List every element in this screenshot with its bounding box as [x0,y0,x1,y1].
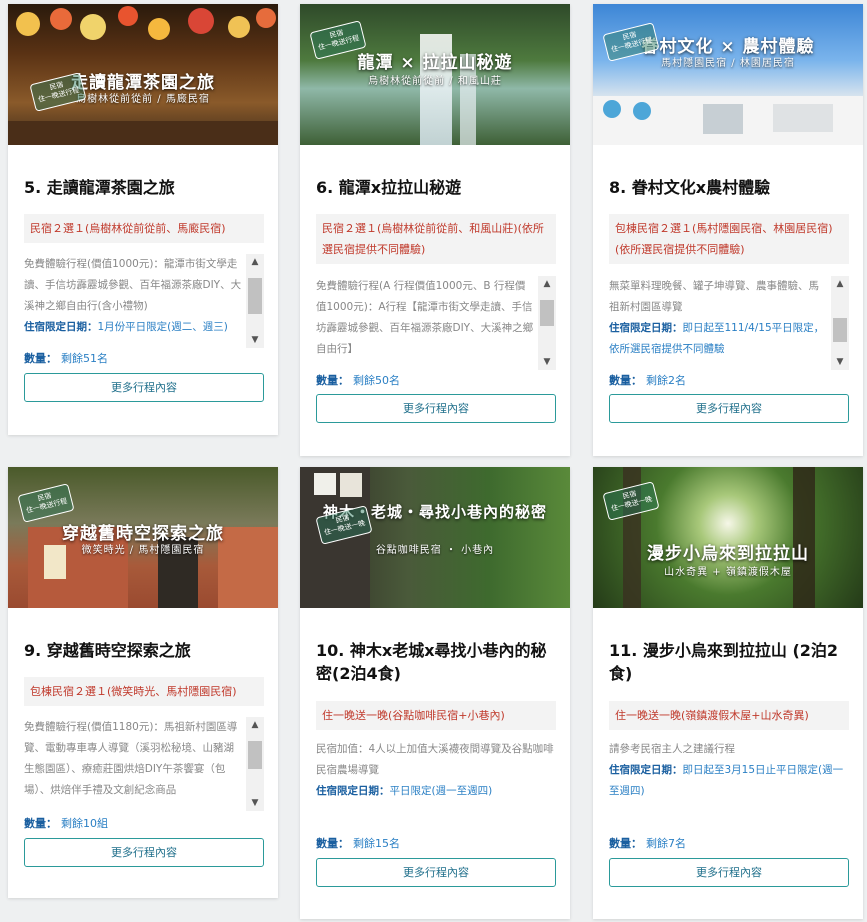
tour-card: 穿越舊時空探索之旅 微笑時光 / 馬村隱園民宿 民宿 住一晚送行程 9. 穿越舊時… [8,467,278,898]
stay-date-limit: 住宿限定日期：即日起至3月15日止平日限定(週一至週四) [609,764,844,797]
tour-title[interactable]: 5. 走讀龍潭茶園之旅 [24,176,264,199]
tour-details-scroll[interactable]: 請參考民宿主人之建議行程 住宿限定日期：即日起至3月15日止平日限定(週一至週四… [609,739,849,833]
image-subtitle: 谷點咖啡民宿 ・ 小巷內 [375,545,495,556]
tour-image[interactable]: 神木・老城・尋找小巷內的秘密 谷點咖啡民宿 ・ 小巷內 民宿 住一晚送一晚 [300,467,570,608]
more-details-button[interactable]: 更多行程內容 [316,858,556,887]
scrollbar[interactable]: ▲ ▼ [246,717,264,811]
lodging-option: 住一晚送一晚(嶺鎮渡假木屋+山水奇異) [609,701,849,730]
tour-title[interactable]: 9. 穿越舊時空探索之旅 [24,639,264,662]
quantity: 數量： 剩餘7名 [609,837,686,850]
tour-title[interactable]: 11. 漫步小烏來到拉拉山 (2泊2食) [609,639,849,685]
lodging-option: 民宿２選１(烏樹林從前從前、馬廄民宿) [24,214,264,243]
lodging-option: 包棟民宿２選１(馬村隱園民宿、林園居民宿) (依所選民宿提供不同體驗) [609,214,849,264]
tour-details-scroll[interactable]: 免費體驗行程(A 行程價值1000元、B 行程價值1000元)：A行程【龍潭市街… [316,276,556,370]
tour-description: 免費體驗行程(A 行程價值1000元、B 行程價值1000元)：A行程【龍潭市街… [316,280,534,355]
quantity: 數量： 剩餘15名 [316,837,400,850]
tour-image[interactable]: 穿越舊時空探索之旅 微笑時光 / 馬村隱園民宿 民宿 住一晚送行程 [8,467,278,608]
tour-image[interactable]: 龍潭 × 拉拉山秘遊 烏樹林從前從前 / 和風山莊 民宿 住一晚送行程 [300,4,570,145]
more-details-button[interactable]: 更多行程內容 [316,394,556,423]
scrollbar[interactable]: ▲ ▼ [246,254,264,348]
tour-image[interactable]: 眷村文化 × 農村體驗 馬村隱園民宿 / 林園居民宿 民宿 住一晚送行程 [593,4,863,145]
scrollbar[interactable]: ▲ ▼ [831,276,849,370]
tour-description: 無菜單料理晚餐、罐子坤導覽、農事體驗、馬祖新村園區導覽 [609,280,819,313]
tour-card: 走讀龍潭茶園之旅 烏樹林從前從前 / 馬廄民宿 民宿 住一晚送行程 5. 走讀龍潭… [8,4,278,435]
tour-description: 請參考民宿主人之建議行程 [609,743,735,755]
tour-title[interactable]: 8. 眷村文化x農村體驗 [609,176,849,199]
tour-image[interactable]: 漫步小烏來到拉拉山 山水奇異 + 嶺鎮渡假木屋 民宿 住一晚送一晚 [593,467,863,608]
tour-details-scroll[interactable]: 無菜單料理晚餐、罐子坤導覽、農事體驗、馬祖新村園區導覽 住宿限定日期：即日起至1… [609,276,849,370]
stay-date-limit: 住宿限定日期：即日起至111/4/15平日限定，依所選民宿提供不同體驗 [609,322,825,355]
scroll-down-icon[interactable]: ▼ [246,332,264,348]
quantity: 數量： 剩餘51名 [24,352,108,365]
lodging-option: 包棟民宿２選１(微笑時光、馬村隱園民宿) [24,677,264,706]
tour-title[interactable]: 6. 龍潭x拉拉山秘遊 [316,176,556,199]
tour-description: 免費體驗行程(價值1180元)：馬祖新村園區導覽、電動專車專人導覽（溪羽松秘境、… [24,721,238,796]
more-details-button[interactable]: 更多行程內容 [24,838,264,867]
scroll-down-icon[interactable]: ▼ [831,354,849,370]
more-details-button[interactable]: 更多行程內容 [609,858,849,887]
tour-details-scroll[interactable]: 免費體驗行程(價值1000元)：龍潭市街文學走讀、手信坊霹靂城參觀、百年福源茶廠… [24,254,264,348]
image-subtitle: 山水奇異 + 嶺鎮渡假木屋 [664,567,792,578]
promo-stamp-icon: 民宿 住一晚送一晚 [602,481,660,521]
stay-date-limit: 住宿限定日期：平日限定(週一至週四) [316,785,493,797]
quantity: 數量： 剩餘50名 [316,374,400,387]
image-subtitle: 馬村隱園民宿 / 林園居民宿 [661,58,795,69]
image-title: 漫步小烏來到拉拉山 [647,544,809,564]
scroll-up-icon[interactable]: ▲ [538,276,556,292]
scroll-up-icon[interactable]: ▲ [246,254,264,270]
quantity: 數量： 剩餘10組 [24,817,108,830]
tour-title[interactable]: 10. 神木x老城x尋找小巷內的秘密(2泊4食) [316,639,556,685]
scroll-up-icon[interactable]: ▲ [831,276,849,292]
tour-image[interactable]: 走讀龍潭茶園之旅 烏樹林從前從前 / 馬廄民宿 民宿 住一晚送行程 [8,4,278,145]
scroll-down-icon[interactable]: ▼ [246,795,264,811]
tour-description: 免費體驗行程(價值1000元)：龍潭市街文學走讀、手信坊霹靂城參觀、百年福源茶廠… [24,258,242,312]
quantity: 數量： 剩餘2名 [609,374,686,387]
more-details-button[interactable]: 更多行程內容 [24,373,264,402]
tour-card: 龍潭 × 拉拉山秘遊 烏樹林從前從前 / 和風山莊 民宿 住一晚送行程 6. 龍潭… [300,4,570,456]
promo-stamp-icon: 民宿 住一晚送行程 [17,483,75,523]
tour-details-scroll[interactable]: 免費體驗行程(價值1180元)：馬祖新村園區導覽、電動專車專人導覽（溪羽松秘境、… [24,717,264,811]
tour-card: 漫步小烏來到拉拉山 山水奇異 + 嶺鎮渡假木屋 民宿 住一晚送一晚 11. 漫步小… [593,467,863,919]
scrollbar[interactable]: ▲ ▼ [538,276,556,370]
more-details-button[interactable]: 更多行程內容 [609,394,849,423]
scroll-down-icon[interactable]: ▼ [538,354,556,370]
stay-date-limit: 住宿限定日期：1月份平日限定(週二、週三) [24,321,228,333]
tour-card: 眷村文化 × 農村體驗 馬村隱園民宿 / 林園居民宿 民宿 住一晚送行程 8. 眷… [593,4,863,456]
scroll-up-icon[interactable]: ▲ [246,717,264,733]
image-subtitle: 微笑時光 / 馬村隱園民宿 [81,545,205,556]
image-subtitle: 烏樹林從前從前 / 和風山莊 [368,76,502,87]
tour-card: 神木・老城・尋找小巷內的秘密 谷點咖啡民宿 ・ 小巷內 民宿 住一晚送一晚 10.… [300,467,570,919]
tour-description: 民宿加值：4人以上加值大溪襪夜間導覽及谷點咖啡民宿農場導覽 [316,743,554,776]
lodging-option: 住一晚送一晚(谷點咖啡民宿+小巷內) [316,701,556,730]
tour-details-scroll[interactable]: 民宿加值：4人以上加值大溪襪夜間導覽及谷點咖啡民宿農場導覽 住宿限定日期：平日限… [316,739,556,833]
lodging-option: 民宿２選１(烏樹林從前從前、和風山莊)(依所選民宿提供不同體驗) [316,214,556,264]
